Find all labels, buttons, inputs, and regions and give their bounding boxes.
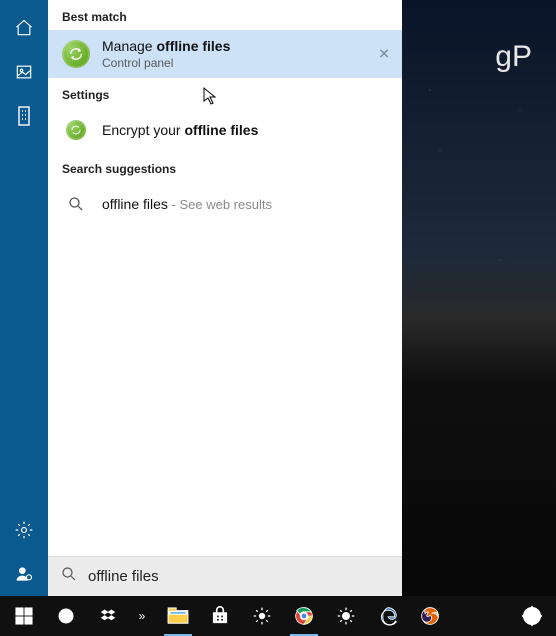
user-icon[interactable] xyxy=(4,554,44,594)
edge-button[interactable] xyxy=(368,596,408,636)
sync-icon xyxy=(62,116,90,144)
result-subtitle: Control panel xyxy=(102,56,230,70)
brightness-button[interactable] xyxy=(326,596,366,636)
search-box[interactable] xyxy=(48,556,402,596)
watermark: gP xyxy=(495,40,532,74)
search-results-pane: Best match Manage offline files Control … xyxy=(48,0,402,596)
picture-icon[interactable] xyxy=(4,52,44,92)
start-rail xyxy=(0,0,48,596)
start-button[interactable] xyxy=(4,596,44,636)
chrome-button[interactable] xyxy=(284,596,324,636)
file-explorer-button[interactable] xyxy=(158,596,198,636)
settings-button[interactable] xyxy=(242,596,282,636)
overflow-button[interactable]: » xyxy=(130,596,156,636)
dropbox-button[interactable] xyxy=(88,596,128,636)
result-title: Encrypt your offline files xyxy=(102,122,258,138)
close-icon[interactable]: ✕ xyxy=(378,46,390,63)
settings-header: Settings xyxy=(48,78,402,108)
taskbar: » xyxy=(0,596,556,636)
target-button[interactable] xyxy=(512,596,552,636)
buildings-icon[interactable] xyxy=(4,96,44,136)
result-encrypt-offline-files[interactable]: Encrypt your offline files xyxy=(48,108,402,152)
sync-icon xyxy=(62,40,90,68)
result-title: Manage offline files xyxy=(102,38,230,54)
settings-gear-icon[interactable] xyxy=(4,510,44,550)
home-icon[interactable] xyxy=(4,8,44,48)
search-icon xyxy=(62,190,90,218)
store-button[interactable] xyxy=(200,596,240,636)
suggestions-header: Search suggestions xyxy=(48,152,402,182)
result-title: offline files - See web results xyxy=(102,196,272,212)
cortana-button[interactable] xyxy=(46,596,86,636)
result-manage-offline-files[interactable]: Manage offline files Control panel ✕ xyxy=(48,30,402,78)
search-icon xyxy=(60,565,78,588)
result-web-search-offline-files[interactable]: offline files - See web results xyxy=(48,182,402,226)
start-search-panel: Best match Manage offline files Control … xyxy=(0,0,402,596)
search-input[interactable] xyxy=(88,568,390,585)
best-match-header: Best match xyxy=(48,0,402,30)
firefox-button[interactable] xyxy=(410,596,450,636)
